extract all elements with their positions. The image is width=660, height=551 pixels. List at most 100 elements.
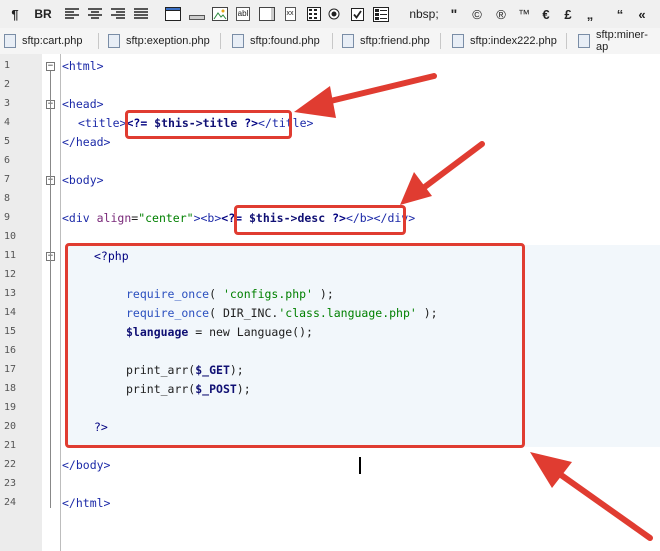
file-icon [108,34,120,48]
file-tab-bar: sftp:cart.php sftp:exeption.php sftp:fou… [0,28,660,55]
tab-miner-ap[interactable]: sftp:miner-ap [578,29,660,53]
file-icon [4,34,16,48]
fold-toggle-head[interactable]: − [46,100,55,109]
guillemet-button[interactable]: « [636,4,648,24]
code-token: </body> [62,458,111,472]
tab-divider [220,33,221,49]
code-token: </head> [62,135,111,149]
annotation-box-desc [234,205,406,235]
image-icon[interactable] [211,4,229,24]
line-number: 20 [4,421,17,432]
window-icon[interactable] [164,4,182,24]
tab-label: sftp:miner-ap [595,29,648,53]
tab-index222[interactable]: sftp:index222.php [452,31,557,51]
low-quote-button[interactable]: „ [584,4,596,24]
textarea-icon[interactable] [258,4,276,24]
pound-button[interactable]: £ [562,4,574,24]
align-right-icon[interactable] [110,4,126,24]
code-token: <div [62,211,97,225]
quote-button[interactable]: " [448,4,460,24]
line-number-gutter [0,54,43,551]
fold-toggle-body[interactable]: − [46,176,55,185]
copyright-button[interactable]: © [470,4,484,24]
line-number: 18 [4,383,17,394]
line-number: 7 [4,174,11,185]
annotation-box-title [125,110,292,139]
tab-cart[interactable]: sftp:cart.php [4,31,83,51]
code-token: ><b> [193,211,222,225]
file-icon [232,34,244,48]
radio-icon[interactable] [327,4,341,24]
code-line-7: <body> [62,171,104,190]
tab-friend[interactable]: sftp:friend.php [342,31,430,51]
align-center-icon[interactable] [87,4,103,24]
left-dquote-button[interactable]: “ [614,4,626,24]
trademark-button[interactable]: ™ [516,4,532,24]
code-token: </html> [62,496,111,510]
code-token: "center" [138,211,194,225]
tab-divider [98,33,99,49]
code-token: <body> [62,173,104,187]
line-number: 19 [4,402,17,413]
br-button[interactable]: BR [32,4,54,24]
line-number: 24 [4,497,17,508]
code-line-22: </body> [62,456,110,475]
hr-icon[interactable] [188,4,206,24]
tab-label: sftp:exeption.php [126,35,210,47]
tab-divider [566,33,567,49]
code-line-5: </head> [62,133,110,152]
tab-label: sftp:index222.php [470,35,557,47]
line-number: 9 [4,212,11,223]
file-icon [452,34,464,48]
registered-button[interactable]: ® [494,4,508,24]
tab-exeption[interactable]: sftp:exeption.php [108,31,210,51]
line-number: 4 [4,117,11,128]
line-number: 5 [4,136,11,147]
pilcrow-button[interactable]: ¶ [8,4,22,24]
textfield-icon[interactable]: abl [234,4,252,24]
checkbox-icon[interactable] [349,4,365,24]
form-icon[interactable] [372,4,390,24]
line-number: 17 [4,364,17,375]
code-line-1: <html> [62,57,104,76]
code-line-24: </html> [62,494,110,513]
tab-divider [440,33,441,49]
fold-toggle-html[interactable]: − [46,62,55,71]
tab-label: sftp:cart.php [22,35,83,47]
tab-found[interactable]: sftp:found.php [232,31,320,51]
file-icon [578,34,590,48]
fold-toggle-php[interactable]: − [46,252,55,261]
line-number: 12 [4,269,17,280]
line-number: 8 [4,193,11,204]
tab-divider [332,33,333,49]
textarea-small-icon[interactable]: xx [281,4,299,24]
line-number: 21 [4,440,17,451]
code-token: <head> [62,97,104,111]
line-number: 6 [4,155,11,166]
text-cursor [359,457,361,474]
line-number: 13 [4,288,17,299]
align-justify-icon[interactable] [133,4,149,24]
textarea-label: xx [284,7,296,21]
line-number: 15 [4,326,17,337]
align-left-icon[interactable] [64,4,80,24]
line-number: 1 [4,60,11,71]
line-number: 23 [4,478,17,489]
line-number: 22 [4,459,17,470]
tab-label: sftp:friend.php [360,35,430,47]
line-number: 16 [4,345,17,356]
tab-label: sftp:found.php [250,35,320,47]
code-token: <html> [62,59,104,73]
line-number: 11 [4,250,17,261]
code-token: <title> [78,116,127,130]
annotation-box-php [65,243,525,448]
euro-button[interactable]: € [540,4,552,24]
fold-margin [42,54,61,551]
table-icon[interactable] [305,4,323,24]
line-number: 3 [4,98,11,109]
line-number: 10 [4,231,17,242]
code-line-3: <head> [62,95,104,114]
file-icon [342,34,354,48]
code-token: align [96,211,132,225]
nbsp-button[interactable]: nbsp; [406,4,442,24]
